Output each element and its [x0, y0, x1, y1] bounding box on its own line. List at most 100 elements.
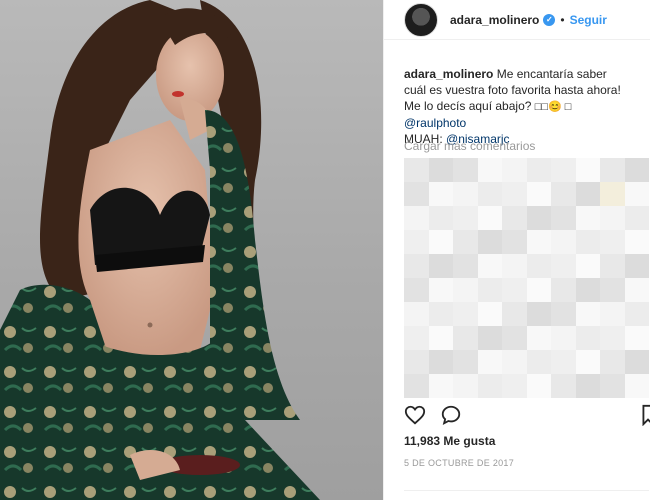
mosaic-cell: [600, 278, 625, 302]
mosaic-cell: [502, 206, 527, 230]
mosaic-cell: [575, 254, 600, 278]
mosaic-cell: [477, 278, 502, 302]
mosaic-cell: [453, 230, 478, 254]
mosaic-cell: [453, 182, 478, 206]
bookmark-icon[interactable]: [641, 404, 650, 426]
mosaic-cell: [575, 230, 600, 254]
mosaic-cell: [477, 350, 502, 374]
mosaic-cell: [477, 182, 502, 206]
mosaic-cell: [526, 302, 551, 326]
mosaic-cell: [428, 254, 453, 278]
mosaic-cell: [428, 206, 453, 230]
mention-raulphoto[interactable]: @raulphoto: [404, 116, 466, 130]
mosaic-cell: [526, 206, 551, 230]
mosaic-cell: [551, 326, 576, 350]
mosaic-cell: [624, 350, 649, 374]
add-comment-area[interactable]: [404, 490, 649, 500]
mosaic-cell: [428, 326, 453, 350]
mosaic-cell: [453, 350, 478, 374]
mosaic-cell: [526, 182, 551, 206]
mosaic-cell: [575, 158, 600, 182]
mosaic-cell: [600, 374, 625, 398]
mosaic-cell: [428, 158, 453, 182]
mosaic-cell: [404, 326, 429, 350]
comment-icon[interactable]: [440, 404, 462, 426]
mosaic-cell: [477, 230, 502, 254]
mosaic-cell: [624, 326, 649, 350]
mosaic-cell: [526, 230, 551, 254]
header-separator: •: [560, 12, 565, 27]
heart-icon[interactable]: [404, 404, 426, 426]
mosaic-cell: [600, 326, 625, 350]
mosaic-cell: [600, 230, 625, 254]
mosaic-cell: [526, 326, 551, 350]
mosaic-cell: [428, 350, 453, 374]
mosaic-cell: [624, 206, 649, 230]
post-actions: [404, 404, 650, 426]
post-date: 5 DE OCTUBRE DE 2017: [404, 458, 515, 468]
mosaic-cell: [600, 158, 625, 182]
mosaic-cell: [551, 182, 576, 206]
mosaic-cell: [453, 278, 478, 302]
mosaic-cell: [502, 230, 527, 254]
mosaic-cell: [551, 230, 576, 254]
mosaic-cell: [575, 278, 600, 302]
mosaic-cell: [526, 350, 551, 374]
mosaic-cell: [526, 158, 551, 182]
mosaic-cell: [624, 374, 649, 398]
mosaic-cell: [453, 254, 478, 278]
mosaic-cell: [575, 302, 600, 326]
mosaic-cell: [502, 326, 527, 350]
mosaic-cell: [502, 302, 527, 326]
mosaic-cell: [404, 158, 429, 182]
caption-username[interactable]: adara_molinero: [404, 67, 493, 81]
mosaic-cell: [477, 158, 502, 182]
mosaic-cell: [453, 158, 478, 182]
mosaic-cell: [551, 254, 576, 278]
mosaic-cell: [477, 254, 502, 278]
mosaic-cell: [624, 254, 649, 278]
mosaic-cell: [600, 350, 625, 374]
mosaic-cell: [404, 182, 429, 206]
mosaic-cell: [404, 254, 429, 278]
mosaic-cell: [575, 374, 600, 398]
mosaic-cell: [428, 374, 453, 398]
mosaic-cell: [453, 374, 478, 398]
avatar[interactable]: [404, 2, 438, 37]
mosaic-cell: [551, 158, 576, 182]
mosaic-cell: [453, 206, 478, 230]
mosaic-cell: [575, 326, 600, 350]
instagram-post: adara_molinero ✓ • Seguir adara_molinero…: [0, 0, 650, 500]
pixelated-comments: [404, 158, 649, 398]
follow-button[interactable]: Seguir: [570, 13, 607, 27]
mosaic-cell: [600, 254, 625, 278]
mosaic-cell: [551, 206, 576, 230]
header-username[interactable]: adara_molinero: [450, 13, 539, 27]
mosaic-cell: [526, 278, 551, 302]
mosaic-cell: [624, 278, 649, 302]
mosaic-cell: [404, 350, 429, 374]
mosaic-cell: [551, 278, 576, 302]
mosaic-cell: [404, 230, 429, 254]
mosaic-cell: [428, 302, 453, 326]
mosaic-cell: [453, 326, 478, 350]
mosaic-cell: [526, 374, 551, 398]
mosaic-cell: [600, 302, 625, 326]
mosaic-cell: [477, 326, 502, 350]
mosaic-cell: [624, 230, 649, 254]
mosaic-cell: [575, 350, 600, 374]
load-more-comments-link[interactable]: Cargar más comentarios: [404, 139, 535, 153]
verified-icon: ✓: [543, 13, 556, 26]
mosaic-cell: [477, 302, 502, 326]
mosaic-cell: [428, 182, 453, 206]
mosaic-cell: [477, 374, 502, 398]
mosaic-cell: [404, 206, 429, 230]
post-caption: adara_molinero Me encantaría saber cuál …: [404, 66, 629, 147]
post-photo[interactable]: [0, 0, 383, 500]
mosaic-cell: [551, 350, 576, 374]
mosaic-cell: [600, 206, 625, 230]
mosaic-cell: [404, 302, 429, 326]
mosaic-cell: [477, 206, 502, 230]
likes-count[interactable]: 11,983 Me gusta: [404, 434, 495, 448]
mosaic-cell: [624, 158, 649, 182]
